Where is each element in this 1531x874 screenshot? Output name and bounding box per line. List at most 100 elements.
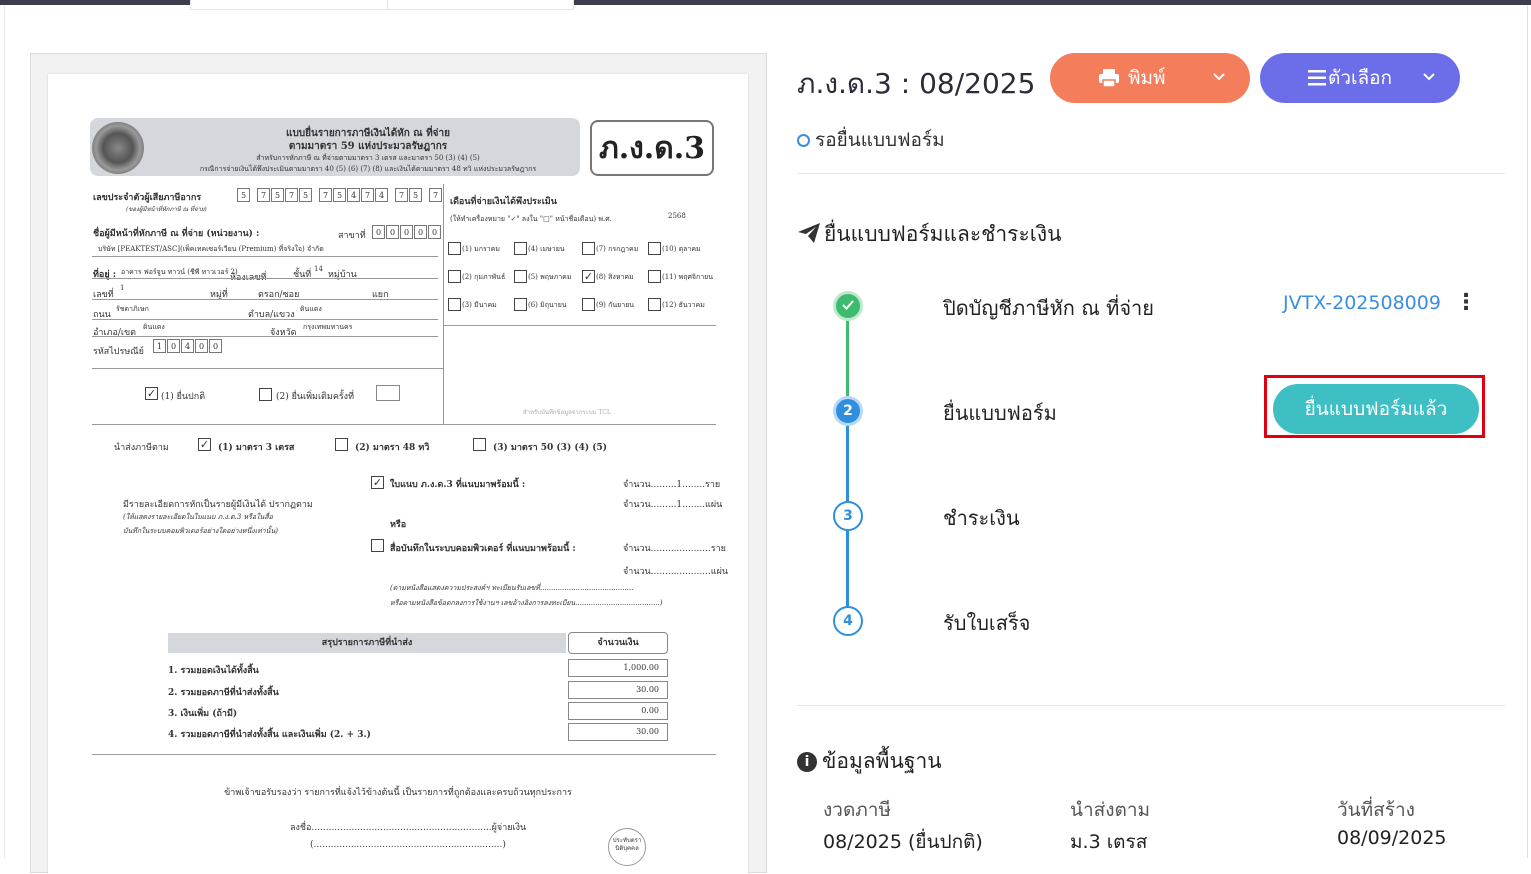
remit3-label: (3) มาตรา 50 (3) (4) (5) bbox=[493, 443, 608, 453]
remit3-checkbox bbox=[473, 438, 486, 451]
month-checkbox bbox=[448, 270, 461, 283]
payer-label: ชื่อผู้มีหน้าที่หักภาษี ณ ที่จ่าย (หน่วย… bbox=[93, 229, 260, 239]
media-checkbox bbox=[371, 539, 384, 552]
print-label: พิมพ์ bbox=[1128, 67, 1166, 89]
company-name: บริษัท [PEAKTEST/ASC](เพ็คเทคเซอร์เวียน … bbox=[98, 245, 324, 253]
summary-row-amount: 0.00 bbox=[568, 702, 668, 720]
qty4: จำนวน.....................แผ่น bbox=[623, 567, 728, 577]
step-4-label: รับใบเสร็จ bbox=[943, 611, 1031, 635]
remit2-checkbox bbox=[335, 438, 348, 451]
attach-label: ใบแนบ ภ.ง.ด.3 ที่แนบมาพร้อมนี้ : bbox=[390, 480, 526, 490]
taxid-boxes: 5757575474757 bbox=[237, 188, 443, 202]
step-2-badge: 2 bbox=[833, 396, 863, 426]
form-code-tag: ภ.ง.ด.3 bbox=[590, 120, 714, 176]
digit-box: 7 bbox=[395, 188, 408, 202]
summary-row-amount: 30.00 bbox=[568, 681, 668, 699]
month-label: (6) มิถุนายน bbox=[528, 301, 567, 309]
created-date-value: 08/09/2025 bbox=[1337, 827, 1447, 849]
building: อาคาร ฟอร์จูน ทาวน์ (ชีพี ทาวเวอร์ 2) bbox=[121, 268, 238, 276]
signature-name-line: (.......................................… bbox=[310, 840, 506, 850]
remit-by-label: นำส่งตาม bbox=[1070, 799, 1151, 821]
month-label: (3) มีนาคม bbox=[462, 301, 497, 309]
month-hint: (ให้ทำเครื่องหมาย "✓" ลงใน "□" หน้าชื่อเ… bbox=[450, 215, 612, 223]
digit-box: 7 bbox=[361, 188, 374, 202]
step-1-check-icon bbox=[833, 291, 863, 321]
digit-box: 4 bbox=[375, 188, 388, 202]
print-button[interactable]: พิมพ์ bbox=[1050, 53, 1250, 103]
no-value: 1 bbox=[120, 284, 125, 292]
month-checkbox bbox=[448, 242, 461, 255]
digit-box: 7 bbox=[257, 188, 270, 202]
month-checkbox bbox=[582, 298, 595, 311]
step-1-label: ปิดบัญชีภาษีหัก ณ ที่จ่าย bbox=[943, 296, 1155, 320]
remit2-label: (2) มาตรา 48 ทวิ bbox=[355, 443, 430, 453]
detail-sub2: บันทึกในระบบคอมพิวเตอร์อย่างใดอย่างหนึ่ง… bbox=[123, 527, 278, 535]
digit-box: 5 bbox=[237, 188, 250, 202]
remit1-label: (1) มาตรา 3 เตรส bbox=[218, 443, 295, 453]
taxid-sub: (ของผู้มีหน้าที่หักภาษี ณ ที่จ่าย) bbox=[126, 206, 207, 213]
digit-box: 5 bbox=[299, 188, 312, 202]
branch-label: สาขาที่ bbox=[338, 231, 366, 241]
summary-row-label: 4. รวมยอดภาษีที่นำส่งทั้งสิ้น และเงินเพิ… bbox=[168, 730, 371, 740]
month-label: (9) กันยายน bbox=[596, 301, 635, 309]
branch-boxes: 00000 bbox=[372, 225, 442, 239]
month-checkbox bbox=[514, 298, 527, 311]
summary-row-amount: 1,000.00 bbox=[568, 659, 668, 677]
print-chevron-down-icon[interactable] bbox=[1212, 53, 1226, 123]
officer-note: สำหรับบันทึกข้อมูลจากระบบ TCL bbox=[523, 409, 611, 416]
zip-boxes: 10400 bbox=[153, 339, 223, 353]
month-label: (10) ตุลาคม bbox=[662, 245, 701, 253]
certify-text: ข้าพเจ้าขอรับรองว่า รายการที่แจ้งไว้ข้าง… bbox=[224, 788, 572, 798]
period-value: 08/2025 (ยื่นปกติ) bbox=[823, 831, 983, 853]
step-3-label: ชำระเงิน bbox=[943, 506, 1020, 530]
digit-box: 0 bbox=[386, 225, 399, 239]
info-title: ข้อมูลพื้นฐาน bbox=[822, 749, 942, 773]
month-label: (12) ธันวาคม bbox=[662, 301, 705, 309]
attach-checkbox: ✓ bbox=[371, 476, 384, 489]
workflow-heading: ยื่นแบบฟอร์มและชำระเงิน bbox=[797, 218, 1062, 251]
qty1: จำนวน.........1........ราย bbox=[623, 480, 721, 490]
digit-box: 0 bbox=[428, 225, 441, 239]
step-4-badge: 4 bbox=[833, 606, 863, 636]
year-value: 2568 bbox=[668, 212, 686, 220]
amount-title: จำนวนเงิน bbox=[568, 632, 668, 654]
normal-filing-checkbox: ✓ bbox=[145, 387, 158, 400]
summary-row-label: 2. รวมยอดภาษีที่นำส่งทั้งสิ้น bbox=[168, 688, 279, 698]
form-paper: แบบยื่นรายการภาษีเงินได้หัก ณ ที่จ่าย ตา… bbox=[48, 74, 748, 874]
status-text: รอยื่นแบบฟอร์ม bbox=[815, 129, 945, 151]
step-connector-1 bbox=[846, 318, 849, 398]
options-button[interactable]: ตัวเลือก bbox=[1260, 53, 1460, 103]
divider bbox=[797, 173, 1505, 174]
menu-icon bbox=[1308, 53, 1326, 122]
step-connector-2 bbox=[846, 424, 849, 502]
step-2-label: ยื่นแบบฟอร์ม bbox=[943, 401, 1057, 425]
digit-box: 0 bbox=[414, 225, 427, 239]
info-icon: i bbox=[797, 752, 817, 772]
form-preview[interactable]: แบบยื่นรายการภาษีเงินได้หัก ณ ที่จ่าย ตา… bbox=[30, 53, 767, 874]
workflow-title: ยื่นแบบฟอร์มและชำระเงิน bbox=[824, 222, 1062, 246]
status-indicator: รอยื่นแบบฟอร์ม bbox=[797, 125, 945, 155]
qty2: จำนวน.........1........แผ่น bbox=[623, 500, 723, 510]
options-chevron-down-icon[interactable] bbox=[1422, 53, 1436, 123]
taxid-label: เลขประจำตัวผู้เสียภาษีอากร bbox=[93, 193, 202, 203]
month-checkbox: ✓ bbox=[582, 270, 595, 283]
form-filed-button[interactable]: ยื่นแบบฟอร์มแล้ว bbox=[1273, 384, 1479, 434]
step-1-more-icon[interactable]: ⋮ bbox=[1455, 290, 1477, 316]
month-label: (8) สิงหาคม bbox=[596, 273, 634, 281]
digit-box: 5 bbox=[333, 188, 346, 202]
month-checkbox bbox=[648, 270, 661, 283]
remit-by-value: ม.3 เตรส bbox=[1070, 831, 1148, 853]
summary-title: สรุปรายการภาษีที่นำส่ง bbox=[168, 633, 566, 653]
top-tab-strip bbox=[190, 0, 574, 10]
form-heading-2: ตามมาตรา 59 แห่งประมวลรัษฎากร bbox=[288, 141, 448, 152]
district-value: ดินแดง bbox=[143, 323, 165, 331]
summary-row-label: 1. รวมยอดเงินได้ทั้งสิ้น bbox=[168, 666, 259, 676]
journal-doc-link[interactable]: JVTX-202508009 bbox=[1283, 292, 1441, 314]
digit-box: 0 bbox=[372, 225, 385, 239]
month-label: (11) พฤศจิกายน bbox=[662, 273, 714, 281]
month-label: (1) มกราคม bbox=[462, 245, 500, 253]
digit-box: 0 bbox=[400, 225, 413, 239]
digit-box: 7 bbox=[319, 188, 332, 202]
info-heading: i ข้อมูลพื้นฐาน bbox=[797, 745, 942, 778]
remit-label: นำส่งภาษีตาม bbox=[114, 443, 169, 453]
